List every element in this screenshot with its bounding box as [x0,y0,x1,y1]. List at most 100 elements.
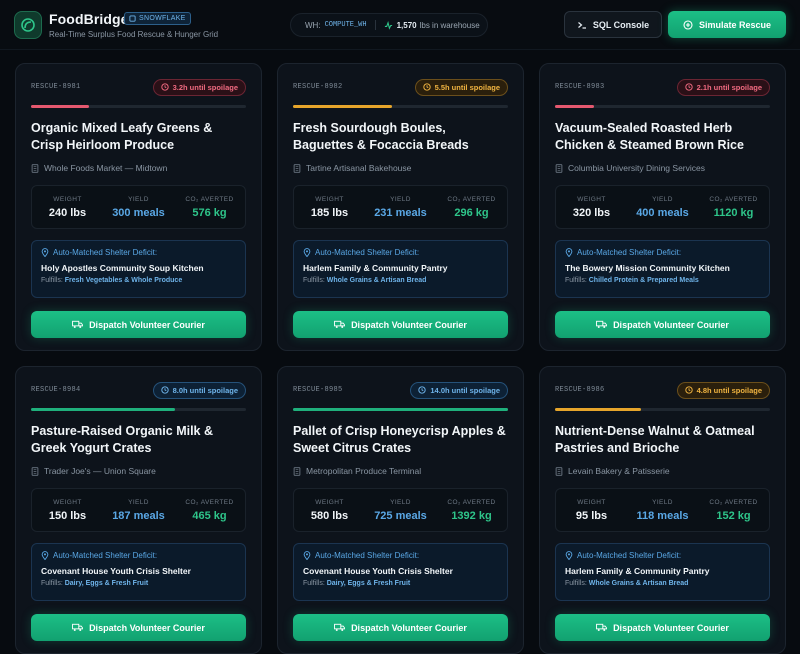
spoilage-text: 4.8h until spoilage [696,385,762,395]
map-pin-icon [565,551,573,560]
spoilage-progress-fill [293,105,392,108]
fulfills-category: Dairy, Eggs & Fresh Fruit [326,580,411,587]
fulfills-label: Fulfills: [41,580,63,587]
dispatch-courier-button[interactable]: Dispatch Volunteer Courier [293,614,508,641]
card-header: RESCUE-8986 4.8h until spoilage [555,367,770,411]
building-icon [31,163,39,173]
clock-icon [684,386,693,394]
truck-icon [596,623,607,631]
dispatch-courier-button[interactable]: Dispatch Volunteer Courier [31,614,246,641]
building-icon [555,163,563,173]
warehouse-code: COMPUTE_WH [324,21,367,29]
truck-icon [72,320,83,328]
card-header: RESCUE-8981 3.2h until spoilage [31,64,246,108]
stat-weight: WEIGHT 185 lbs [294,196,365,219]
fulfills-category: Dairy, Eggs & Fresh Fruit [64,580,149,587]
card-title: Fresh Sourdough Boules, Baguettes & Foca… [293,121,469,152]
spoilage-progress-bar [293,408,508,411]
map-pin-icon [303,551,311,560]
card-title: Pasture-Raised Organic Milk & Greek Yogu… [31,424,214,455]
stat-yield: YIELD 300 meals [103,196,174,219]
card-header: RESCUE-8984 8.0h until spoilage [31,367,246,411]
stat-co2-label: CO₂ AVERTED [447,195,496,203]
stat-weight-value: 580 lbs [310,509,349,522]
dispatch-courier-button[interactable]: Dispatch Volunteer Courier [293,311,508,338]
rescue-id: RESCUE-8986 [555,386,605,394]
simulate-rescue-button[interactable]: Simulate Rescue [668,11,786,38]
card-header: RESCUE-8985 14.0h until spoilage [293,367,508,411]
stat-co2: CO₂ AVERTED 296 kg [436,196,507,219]
dispatch-courier-button[interactable]: Dispatch Volunteer Courier [31,311,246,338]
rescue-card: RESCUE-8981 3.2h until spoilage Organic … [15,63,262,351]
truck-icon [334,320,345,328]
stats-panel: WEIGHT 150 lbs YIELD 187 meals CO₂ AVERT… [31,488,246,532]
map-pin-icon [41,248,49,257]
card-title: Pallet of Crisp Honeycrisp Apples & Swee… [293,424,506,455]
stat-weight: WEIGHT 95 lbs [556,499,627,522]
stat-yield-value: 118 meals [636,509,689,522]
spoilage-badge: 8.0h until spoilage [152,381,246,399]
rescue-card-grid: RESCUE-8981 3.2h until spoilage Organic … [15,63,786,654]
vendor-name: Tartine Artisanal Bakehouse [306,163,412,173]
clock-icon [418,386,427,394]
shelter-name: The Bowery Mission Community Kitchen [565,263,730,273]
shelter-match-panel: Auto-Matched Shelter Deficit: The Bowery… [555,240,770,298]
stat-weight-label: WEIGHT [315,498,344,506]
match-heading: Auto-Matched Shelter Deficit: [41,551,236,560]
stat-weight-value: 150 lbs [48,509,87,522]
sql-console-button[interactable]: SQL Console [564,11,662,38]
stat-weight-value: 240 lbs [48,206,87,219]
clock-icon [160,386,169,394]
shelter-match-panel: Auto-Matched Shelter Deficit: Covenant H… [293,543,508,601]
stat-co2-value: 1120 kg [713,206,754,219]
rescue-id: RESCUE-8982 [293,83,343,91]
stats-panel: WEIGHT 320 lbs YIELD 400 meals CO₂ AVERT… [555,185,770,229]
shelter-name: Holy Apostles Community Soup Kitchen [41,263,204,273]
fulfills-label: Fulfills: [303,277,325,284]
dispatch-courier-button[interactable]: Dispatch Volunteer Courier [555,614,770,641]
stat-co2: CO₂ AVERTED 576 kg [174,196,245,219]
fulfills-category: Fresh Vegetables & Whole Produce [64,277,183,284]
match-heading-text: Auto-Matched Shelter Deficit: [53,551,158,560]
stats-panel: WEIGHT 580 lbs YIELD 725 meals CO₂ AVERT… [293,488,508,532]
rescue-card: RESCUE-8986 4.8h until spoilage Nutrient… [539,366,786,654]
card-title: Organic Mixed Leafy Greens & Crisp Heirl… [31,121,213,152]
stat-weight: WEIGHT 580 lbs [294,499,365,522]
rescue-card: RESCUE-8982 5.5h until spoilage Fresh So… [277,63,524,351]
stat-yield: YIELD 400 meals [627,196,698,219]
fulfills-category: Whole Grains & Artisan Bread [588,580,689,587]
dispatch-label: Dispatch Volunteer Courier [351,622,467,633]
match-heading-text: Auto-Matched Shelter Deficit: [577,551,682,560]
truck-icon [596,320,607,328]
match-heading-text: Auto-Matched Shelter Deficit: [53,248,158,257]
clock-icon [160,83,169,91]
stat-weight-label: WEIGHT [53,195,82,203]
stat-yield-label: YIELD [390,498,411,506]
spoilage-progress-bar [293,105,508,108]
spoilage-text: 2.1h until spoilage [696,82,762,92]
stat-co2-value: 296 kg [454,206,489,219]
stat-yield: YIELD 187 meals [103,499,174,522]
stats-panel: WEIGHT 185 lbs YIELD 231 meals CO₂ AVERT… [293,185,508,229]
fulfills-line: Fulfills: Dairy, Eggs & Fresh Fruit [41,580,236,587]
spoilage-badge: 3.2h until spoilage [152,78,246,96]
vendor-name: Metropolitan Produce Terminal [306,466,422,476]
stat-weight-label: WEIGHT [53,498,82,506]
warehouse-suffix: lbs in warehouse [419,20,480,30]
match-heading: Auto-Matched Shelter Deficit: [303,551,498,560]
stat-weight: WEIGHT 240 lbs [32,196,103,219]
vendor: Columbia University Dining Services [555,162,770,174]
stat-yield-label: YIELD [652,498,673,506]
vendor: Metropolitan Produce Terminal [293,465,508,477]
brand-subtitle: Real-Time Surplus Food Rescue & Hunger G… [49,30,219,39]
match-heading-text: Auto-Matched Shelter Deficit: [315,551,420,560]
truck-icon [334,623,345,631]
fulfills-line: Fulfills: Chilled Protein & Prepared Mea… [565,277,760,284]
vendor-name: Whole Foods Market — Midtown [44,163,168,173]
vendor: Trader Joe's — Union Square [31,465,246,477]
dispatch-courier-button[interactable]: Dispatch Volunteer Courier [555,311,770,338]
shelter-match-panel: Auto-Matched Shelter Deficit: Covenant H… [31,543,246,601]
database-icon [129,15,136,22]
fulfills-label: Fulfills: [303,580,325,587]
stat-weight-label: WEIGHT [577,195,606,203]
